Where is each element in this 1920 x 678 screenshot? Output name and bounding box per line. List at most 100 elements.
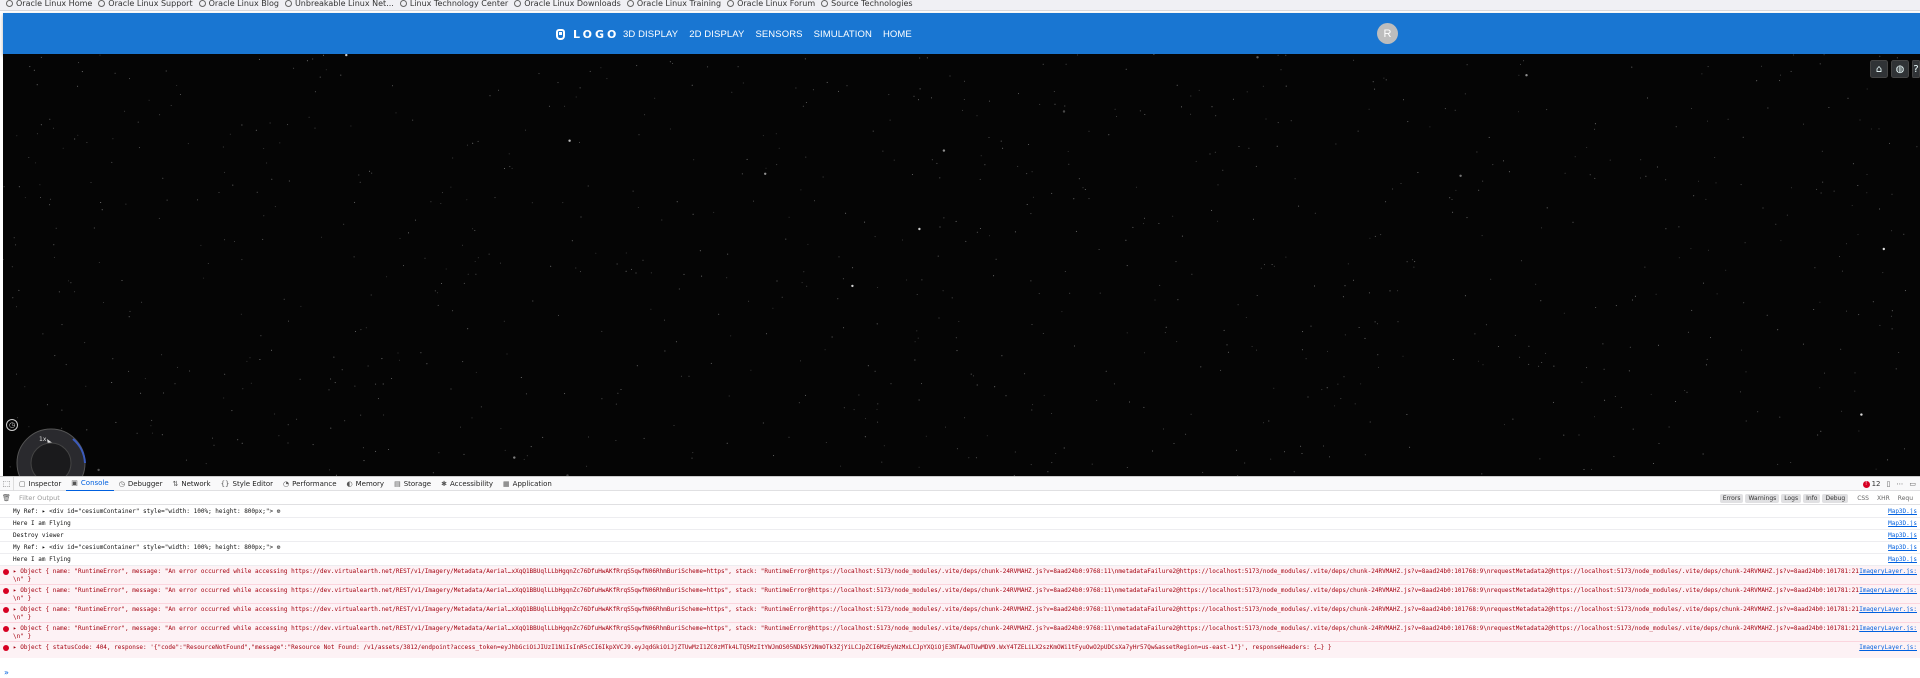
error-count-badge[interactable]: ! 12	[1862, 480, 1881, 488]
bookmark-item[interactable]: Unbreakable Linux Net...	[284, 0, 394, 8]
console-message: Destroy viewer	[13, 532, 64, 539]
console-message: ▸ Object { name: "RuntimeError", message…	[13, 587, 1859, 602]
animation-dial	[16, 428, 86, 476]
viewer-toolbar: ⌂ ◍ ?	[1867, 60, 1920, 78]
tab-icon: ⇅	[172, 479, 179, 488]
filter-requests[interactable]: Requ	[1895, 494, 1916, 503]
error-count: 12	[1871, 480, 1881, 488]
trash-icon[interactable]: 🗑	[0, 494, 13, 502]
bookmark-item[interactable]: Oracle Linux Downloads	[514, 0, 621, 8]
home-icon[interactable]: ⌂	[1870, 60, 1888, 78]
console-source-link[interactable]: ImageryLayer.js:	[1859, 644, 1917, 652]
console-source-link[interactable]: Map3D.js	[1888, 544, 1917, 552]
clock-icon[interactable]: ◷	[6, 419, 18, 431]
console-source-link[interactable]: ImageryLayer.js:	[1859, 625, 1917, 633]
bookmark-label: Unbreakable Linux Net...	[294, 0, 394, 8]
element-picker-icon[interactable]: ⬚	[0, 476, 14, 491]
tab-label: Application	[512, 479, 552, 488]
bookmark-item[interactable]: Oracle Linux Home	[6, 0, 92, 8]
console-message: My Ref: ▸ <div id="cesiumContainer" styl…	[13, 544, 281, 551]
nav-link-2d-display[interactable]: 2D DISPLAY	[689, 29, 744, 40]
devtools-toolbar-right: ! 12 ▯ ⋯ ▭	[1862, 477, 1916, 491]
nav-link-sensors[interactable]: SENSORS	[755, 29, 802, 40]
bookmark-label: Oracle Linux Training	[636, 0, 722, 8]
tab-memory[interactable]: ◐ Memory	[342, 477, 390, 491]
tab-debugger[interactable]: ◷ Debugger	[114, 477, 168, 491]
console-log-row[interactable]: My Ref: ▸ <div id="cesiumContainer" styl…	[0, 542, 1920, 554]
console-output: My Ref: ▸ <div id="cesiumContainer" styl…	[0, 506, 1920, 676]
bookmark-label: Oracle Linux Blog	[208, 0, 279, 8]
console-error-row[interactable]: ▸ Object { name: "RuntimeError", message…	[0, 566, 1920, 585]
logo-icon	[556, 28, 565, 40]
filter-errors[interactable]: Errors	[1719, 494, 1744, 503]
tab-icon: ◔	[283, 479, 290, 488]
devtools-tabs: ⬚ ▢ Inspector ▣ Console ◷ Debugger ⇅ Network{} S…	[0, 476, 1920, 491]
tab-icon: ▢	[19, 479, 26, 488]
filter-info[interactable]: Info	[1803, 494, 1821, 503]
app-window: LOGO 3D DISPLAY 2D DISPLAY SENSORS SIMUL…	[3, 13, 1920, 476]
bookmark-item[interactable]: Linux Technology Center	[399, 0, 508, 8]
bookmark-label: Oracle Linux Support	[108, 0, 193, 8]
bookmark-item[interactable]: Oracle Linux Blog	[198, 0, 279, 8]
dock-icon[interactable]: ▭	[1909, 480, 1916, 488]
console-error-row[interactable]: ▸ Object { name: "RuntimeError", message…	[0, 585, 1920, 604]
globe-icon[interactable]: ◍	[1891, 60, 1909, 78]
nav-link-home[interactable]: HOME	[883, 29, 912, 40]
globe-icon	[727, 0, 735, 7]
filter-logs[interactable]: Logs	[1781, 494, 1802, 503]
tab-console[interactable]: ▣ Console	[66, 477, 114, 491]
console-source-link[interactable]: ImageryLayer.js:	[1859, 606, 1917, 614]
tab-inspector[interactable]: ▢ Inspector	[14, 477, 66, 491]
console-source-link[interactable]: Map3D.js	[1888, 532, 1917, 540]
tab-application[interactable]: ▦ Application	[498, 477, 557, 491]
filter-input[interactable]: Filter Output	[19, 494, 60, 502]
logo[interactable]: LOGO	[556, 26, 619, 42]
meatball-menu-icon[interactable]: ⋯	[1896, 480, 1903, 488]
filter-css[interactable]: CSS	[1854, 494, 1872, 503]
console-error-row[interactable]: ▸ Object { name: "RuntimeError", message…	[0, 623, 1920, 642]
console-source-link[interactable]: ImageryLayer.js:	[1859, 568, 1917, 576]
tab-label: Memory	[355, 479, 385, 488]
globe-icon	[6, 0, 13, 7]
console-log-row[interactable]: Here I am Flying Map3D.js	[0, 518, 1920, 530]
console-filter-bar: 🗑 Filter Output Errors Warnings Logs Inf…	[0, 492, 1920, 505]
bookmark-item[interactable]: Oracle Linux Training	[626, 0, 722, 8]
error-icon	[3, 569, 9, 575]
console-error-row[interactable]: ▸ Object { name: "RuntimeError", message…	[0, 604, 1920, 623]
tab-label: Inspector	[28, 479, 62, 488]
tab-icon: ✱	[441, 479, 447, 488]
tab-network[interactable]: ⇅ Network	[167, 477, 215, 491]
tab-performance[interactable]: ◔ Performance	[278, 477, 341, 491]
console-error-row[interactable]: ▸ Object { statusCode: 404, response: '{…	[0, 642, 1920, 658]
globe-icon	[399, 0, 407, 7]
tab-icon: ◷	[118, 479, 125, 488]
console-source-link[interactable]: Map3D.js	[1888, 556, 1917, 564]
error-icon	[3, 645, 9, 651]
tab-accessibility[interactable]: ✱ Accessibility	[436, 477, 498, 491]
bookmark-item[interactable]: Oracle Linux Forum	[727, 0, 815, 8]
console-source-link[interactable]: Map3D.js	[1888, 520, 1917, 528]
filter-debug[interactable]: Debug	[1822, 494, 1849, 503]
filter-xhr[interactable]: XHR	[1874, 494, 1893, 503]
responsive-icon[interactable]: ▯	[1887, 480, 1891, 488]
bookmark-item[interactable]: Source Technologies	[821, 0, 913, 8]
console-log-row[interactable]: My Ref: ▸ <div id="cesiumContainer" styl…	[0, 506, 1920, 518]
globe-icon	[821, 0, 829, 7]
nav-link-simulation[interactable]: SIMULATION	[814, 29, 872, 40]
avatar[interactable]: R	[1377, 23, 1398, 44]
error-icon	[3, 588, 9, 594]
filter-warnings[interactable]: Warnings	[1745, 494, 1780, 503]
console-source-link[interactable]: Map3D.js	[1888, 508, 1917, 516]
nav-link-3d-display[interactable]: 3D DISPLAY	[623, 29, 678, 40]
console-prompt[interactable]: »	[4, 668, 9, 677]
tab-label: Accessibility	[449, 479, 494, 488]
tab-storage[interactable]: ▤ Storage	[389, 477, 436, 491]
tab-style-editor[interactable]: {} Style Editor	[216, 477, 278, 491]
cesium-viewer[interactable]: ⌂ ◍ ? ◷ 1x	[3, 54, 1920, 476]
bookmark-item[interactable]: Oracle Linux Support	[98, 0, 193, 8]
console-log-row[interactable]: Here I am Flying Map3D.js	[0, 554, 1920, 566]
console-source-link[interactable]: ImageryLayer.js:	[1859, 587, 1917, 595]
help-icon[interactable]: ?	[1912, 60, 1920, 78]
console-log-row[interactable]: Destroy viewer Map3D.js	[0, 530, 1920, 542]
error-icon	[3, 626, 9, 632]
